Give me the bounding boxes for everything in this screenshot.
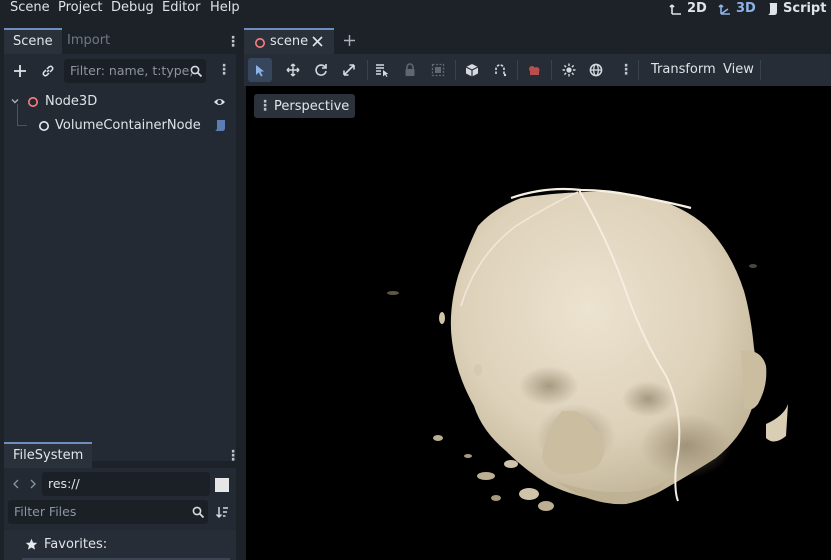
lock-button[interactable] <box>398 58 422 82</box>
visibility-eye-icon[interactable] <box>213 96 226 108</box>
preview-camera-button[interactable] <box>522 58 546 82</box>
tree-item-label: Node3D <box>45 94 98 109</box>
scale-mode-button[interactable] <box>337 58 361 82</box>
toolbar-separator <box>517 60 518 80</box>
globe-icon <box>589 63 603 77</box>
menu-scene[interactable]: Scene <box>10 0 50 18</box>
tab-filesystem[interactable]: FileSystem <box>4 442 93 468</box>
toggle-sun-button[interactable] <box>557 58 581 82</box>
script-icon <box>766 2 779 16</box>
workspace-2d-button[interactable]: 2D <box>669 0 707 18</box>
local-space-button[interactable] <box>460 58 484 82</box>
toolbar-separator <box>367 60 368 80</box>
menu-bar: Scene Project Debug Editor Help 2D 3D Sc… <box>0 0 831 18</box>
left-dock: Scene Import ⋮ Filter: name, t:type, ⋮ N… <box>0 26 240 560</box>
viewport-options-icon: ⋮ <box>258 98 272 114</box>
toolbar-separator <box>455 60 456 80</box>
favorites-row[interactable]: Favorites: <box>4 530 236 560</box>
menu-help[interactable]: Help <box>210 0 240 18</box>
sun-icon <box>562 63 576 77</box>
scene-filter-menu-icon[interactable]: ⋮ <box>217 63 231 77</box>
workspace-script-label: Script <box>783 1 827 16</box>
instance-scene-icon[interactable] <box>38 59 58 83</box>
transform-menu[interactable]: Transform <box>651 54 716 86</box>
new-scene-tab-icon[interactable] <box>343 34 356 47</box>
snap-magnet-icon <box>493 63 507 77</box>
view-menu[interactable]: View <box>723 54 754 86</box>
environment-options-icon[interactable]: ⋮ <box>619 63 633 77</box>
toolbar-separator <box>551 60 552 80</box>
volume-rendered-head <box>387 187 788 511</box>
scene-panel: Filter: name, t:type, ⋮ Node3D VolumeCon… <box>4 54 236 461</box>
filesystem-filter-input[interactable]: Filter Files <box>8 500 208 524</box>
menu-debug[interactable]: Debug <box>111 0 154 18</box>
sort-icon[interactable] <box>212 500 232 524</box>
scene-tab-label: scene <box>270 34 309 49</box>
perspective-menu-button[interactable]: ⋮ Perspective <box>254 94 356 118</box>
scene-dock-menu-icon[interactable]: ⋮ <box>226 35 240 49</box>
filesystem-dock-menu-icon[interactable]: ⋮ <box>226 449 240 463</box>
split-view-icon[interactable] <box>215 478 229 492</box>
move-icon <box>286 63 300 77</box>
cube-icon <box>465 63 479 77</box>
2d-icon <box>669 2 683 16</box>
list-select-icon <box>375 63 389 77</box>
filesystem-dock-tabbar: FileSystem ⋮ <box>4 442 240 468</box>
toggle-environment-button[interactable] <box>584 58 608 82</box>
add-node-icon[interactable] <box>10 59 30 83</box>
group-button[interactable] <box>426 58 450 82</box>
menu-project[interactable]: Project <box>58 0 102 18</box>
search-icon <box>186 59 206 83</box>
perspective-label: Perspective <box>274 98 350 114</box>
scale-icon <box>342 63 356 77</box>
scene-filter-input[interactable]: Filter: name, t:type, <box>64 59 206 83</box>
forward-arrow-icon[interactable] <box>27 472 39 496</box>
viewport-toolbar: ⋮ Transform View <box>244 54 831 86</box>
select-mode-button[interactable] <box>248 58 272 82</box>
back-arrow-icon[interactable] <box>10 472 22 496</box>
rotate-mode-button[interactable] <box>309 58 333 82</box>
attached-script-icon[interactable] <box>214 119 226 132</box>
favorites-label: Favorites: <box>44 537 108 552</box>
filesystem-panel: res:// Filter Files Favorites: <box>4 468 236 560</box>
tree-item-label: VolumeContainerNode <box>55 118 201 133</box>
scene-dock-tabbar: Scene Import ⋮ <box>4 28 240 54</box>
main-editor: scene ⋮ Transform View ⋮ Perspective <box>244 26 831 560</box>
3d-viewport[interactable]: ⋮ Perspective <box>246 86 831 560</box>
filesystem-filter-placeholder: Filter Files <box>14 504 77 519</box>
preview-camera-icon <box>527 64 541 77</box>
workspace-2d-label: 2D <box>687 1 707 16</box>
menu-editor[interactable]: Editor <box>162 0 200 18</box>
tab-scene[interactable]: Scene <box>4 28 62 54</box>
workspace-script-button[interactable]: Script <box>766 0 826 18</box>
workspace-3d-button[interactable]: 3D <box>718 0 756 18</box>
rotate-icon <box>314 63 328 77</box>
node3d-icon <box>38 120 50 132</box>
star-icon <box>25 538 38 551</box>
toolbar-separator <box>638 60 639 80</box>
list-select-button[interactable] <box>370 58 394 82</box>
close-icon[interactable] <box>312 36 323 47</box>
select-cursor-icon <box>254 64 266 77</box>
search-icon <box>188 500 208 524</box>
3d-icon <box>718 2 732 16</box>
move-mode-button[interactable] <box>281 58 305 82</box>
node3d-icon <box>254 37 266 49</box>
filesystem-path-input[interactable]: res:// <box>42 472 210 496</box>
node3d-icon <box>27 96 39 108</box>
scene-filter-placeholder: Filter: name, t:type, <box>70 63 194 78</box>
lock-icon <box>404 63 416 77</box>
tab-import[interactable]: Import <box>58 28 119 54</box>
tree-connector-line <box>17 104 27 126</box>
workspace-3d-label: 3D <box>736 1 756 16</box>
tree-item-node3d[interactable]: Node3D <box>8 90 232 114</box>
filesystem-path-value: res:// <box>48 476 80 491</box>
tree-item-volumecontainernode[interactable]: VolumeContainerNode <box>8 104 232 138</box>
scene-tab[interactable]: scene <box>244 28 334 54</box>
group-icon <box>431 63 445 77</box>
snap-button[interactable] <box>488 58 512 82</box>
toolbar-separator <box>760 60 761 80</box>
